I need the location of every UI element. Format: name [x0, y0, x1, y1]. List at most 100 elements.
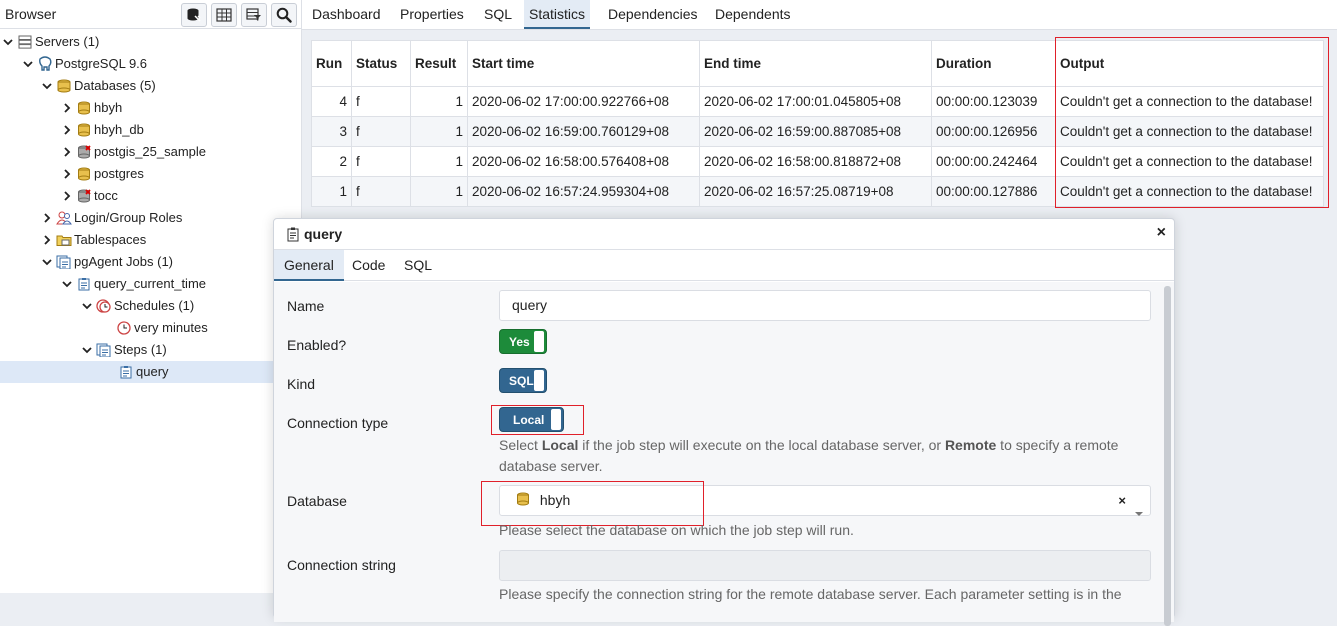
postgres-elephant-icon: [36, 53, 54, 75]
chevron-down-icon[interactable]: [39, 251, 55, 273]
cell-run: 2: [311, 146, 352, 177]
tree-item-schedules[interactable]: Schedules (1): [79, 295, 194, 317]
tab-dependents[interactable]: Dependents: [713, 0, 793, 29]
query-tool-button[interactable]: [181, 3, 207, 27]
tree-item-tocc[interactable]: tocc: [59, 185, 118, 207]
connection-type-toggle[interactable]: Local: [499, 407, 564, 432]
toggle-text: Local: [513, 412, 545, 427]
chevron-down-icon[interactable]: [79, 339, 95, 361]
tree-item-label: Tablespaces: [74, 232, 147, 247]
tab-general[interactable]: General: [274, 250, 344, 281]
column-header-run[interactable]: Run: [311, 40, 352, 87]
tablespaces-icon: [55, 229, 73, 251]
column-header-end-time[interactable]: End time: [699, 40, 932, 87]
tree-item-postgres[interactable]: postgres: [59, 163, 144, 185]
toggle-knob: [534, 331, 544, 352]
column-header-duration[interactable]: Duration: [931, 40, 1056, 87]
chevron-right-icon[interactable]: [59, 119, 75, 141]
tab-dialog-sql[interactable]: SQL: [394, 250, 442, 281]
cell-result: 1: [410, 116, 468, 147]
browser-panel: Browser Servers (1) PostgreSQL 9.6 Datab…: [0, 0, 302, 593]
tree-item-query[interactable]: query: [0, 361, 302, 383]
tree-item-query-current-time[interactable]: query_current_time: [59, 273, 206, 295]
chevron-down-icon[interactable]: [59, 273, 75, 295]
database-label: Database: [287, 493, 347, 509]
connection-type-help: Select Local if the job step will execut…: [499, 435, 1139, 477]
kind-toggle[interactable]: SQL: [499, 368, 547, 393]
tab-dashboard[interactable]: Dashboard: [310, 0, 383, 29]
kind-label: Kind: [287, 376, 316, 392]
tab-sql[interactable]: SQL: [482, 0, 514, 29]
close-icon[interactable]: ×: [1157, 224, 1166, 242]
database-icon: [75, 97, 93, 119]
database-select[interactable]: hbyh ×: [499, 485, 1151, 516]
chevron-right-icon[interactable]: [59, 185, 75, 207]
chevron-right-icon[interactable]: [59, 97, 75, 119]
tree-item-tablespaces[interactable]: Tablespaces: [39, 229, 146, 251]
tree-item-pgagent-jobs[interactable]: pgAgent Jobs (1): [39, 251, 173, 273]
tree-item-label: Schedules (1): [114, 298, 195, 313]
clear-icon[interactable]: ×: [1118, 486, 1126, 515]
chevron-down-icon[interactable]: [39, 75, 55, 97]
databases-icon: [55, 75, 73, 97]
column-header-start-time[interactable]: Start time: [467, 40, 700, 87]
tree-item-hbyh[interactable]: hbyh: [59, 97, 122, 119]
cell-end-time: 2020-06-02 16:59:00.887085+08: [699, 116, 932, 147]
chevron-down-icon[interactable]: [0, 31, 16, 53]
enabled-toggle[interactable]: Yes: [499, 329, 547, 354]
connection-type-label: Connection type: [287, 415, 389, 431]
name-input[interactable]: query: [499, 290, 1151, 321]
tree-item-postgresql[interactable]: PostgreSQL 9.6: [20, 53, 147, 75]
tab-code[interactable]: Code: [342, 250, 395, 281]
tree-item-hbyh-db[interactable]: hbyh_db: [59, 119, 144, 141]
dialog-header[interactable]: query ×: [274, 219, 1174, 250]
database-help: Please select the database on which the …: [499, 522, 854, 538]
column-header-result[interactable]: Result: [410, 40, 468, 87]
tree-item-label: postgis_25_sample: [94, 144, 207, 159]
table-row[interactable]: 4 f 1 2020-06-02 17:00:00.922766+08 2020…: [311, 86, 1324, 117]
cell-start-time: 2020-06-02 16:58:00.576408+08: [467, 146, 700, 177]
tree-item-label: query: [136, 364, 169, 379]
database-disconnected-icon: [75, 141, 93, 163]
tree-item-databases[interactable]: Databases (5): [39, 75, 156, 97]
column-header-status[interactable]: Status: [351, 40, 411, 87]
cell-status: f: [351, 146, 411, 177]
chevron-down-icon[interactable]: [20, 53, 36, 75]
step-icon: [117, 361, 135, 383]
tree-item-servers[interactable]: Servers (1): [0, 31, 99, 53]
tree-item-very-minutes[interactable]: very minutes: [115, 317, 208, 339]
dialog-scrollbar[interactable]: [1164, 286, 1171, 626]
cell-output: Couldn't get a connection to the databas…: [1055, 176, 1324, 207]
job-icon: [75, 273, 93, 295]
connection-string-input[interactable]: [499, 550, 1151, 581]
table-row[interactable]: 3 f 1 2020-06-02 16:59:00.760129+08 2020…: [311, 116, 1324, 147]
database-icon: [75, 163, 93, 185]
tab-properties[interactable]: Properties: [398, 0, 466, 29]
tab-dependencies[interactable]: Dependencies: [606, 0, 700, 29]
chevron-right-icon[interactable]: [39, 207, 55, 229]
table-icon: [216, 8, 232, 22]
toggle-knob: [534, 370, 544, 391]
step-dialog: query × General Code SQL Name query Enab…: [273, 218, 1175, 626]
filtered-rows-button[interactable]: [241, 3, 267, 27]
cell-result: 1: [410, 86, 468, 117]
tree-item-label: postgres: [94, 166, 144, 181]
tree-item-postgis-25-sample[interactable]: postgis_25_sample: [59, 141, 206, 163]
column-header-output[interactable]: Output: [1055, 40, 1324, 87]
search-objects-button[interactable]: [271, 3, 297, 27]
tree-item-login-group-roles[interactable]: Login/Group Roles: [39, 207, 182, 229]
cell-run: 1: [311, 176, 352, 207]
chevron-right-icon[interactable]: [59, 141, 75, 163]
view-data-button[interactable]: [211, 3, 237, 27]
tree-item-steps[interactable]: Steps (1): [79, 339, 167, 361]
tree-item-label: Login/Group Roles: [74, 210, 183, 225]
cell-status: f: [351, 116, 411, 147]
jobs-icon: [55, 251, 73, 273]
chevron-right-icon[interactable]: [39, 229, 55, 251]
tab-statistics[interactable]: Statistics: [524, 0, 591, 29]
help-text-remote: Remote: [944, 437, 997, 453]
table-row[interactable]: 2 f 1 2020-06-02 16:58:00.576408+08 2020…: [311, 146, 1324, 177]
chevron-down-icon[interactable]: [79, 295, 95, 317]
chevron-right-icon[interactable]: [59, 163, 75, 185]
table-row[interactable]: 1 f 1 2020-06-02 16:57:24.959304+08 2020…: [311, 176, 1324, 207]
